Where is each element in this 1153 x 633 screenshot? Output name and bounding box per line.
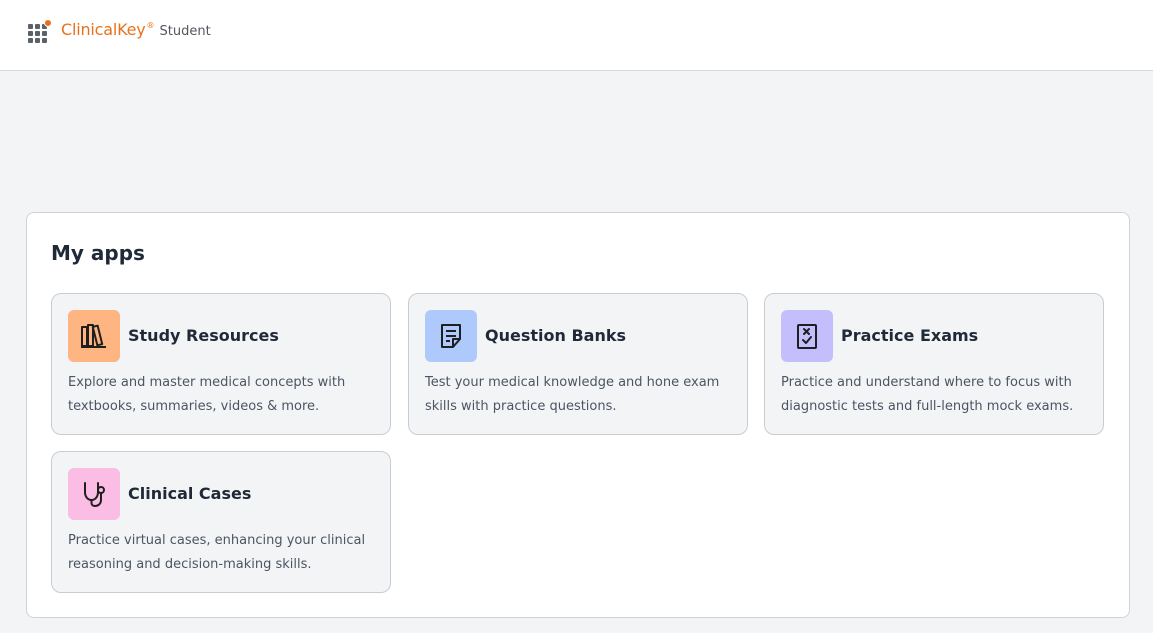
my-apps-panel: My apps Study Resources Explore and mast… xyxy=(26,212,1130,618)
brand-name: ClinicalKey xyxy=(61,20,146,39)
app-card-clinical-cases[interactable]: Clinical Cases Practice virtual cases, e… xyxy=(51,451,391,593)
app-card-study-resources[interactable]: Study Resources Explore and master medic… xyxy=(51,293,391,435)
app-card-title: Clinical Cases xyxy=(128,484,252,503)
app-card-title: Practice Exams xyxy=(841,326,979,345)
checklist-icon xyxy=(781,310,833,362)
app-card-description: Explore and master medical concepts with… xyxy=(68,375,346,414)
app-card-title: Question Banks xyxy=(485,326,626,345)
app-card-description: Practice and understand where to focus w… xyxy=(781,375,1074,414)
app-card-description: Test your medical knowledge and hone exa… xyxy=(425,375,720,414)
app-card-description: Practice virtual cases, enhancing your c… xyxy=(68,533,366,572)
panel-title: My apps xyxy=(51,241,145,265)
app-card-question-banks[interactable]: Question Banks Test your medical knowled… xyxy=(408,293,748,435)
notification-dot xyxy=(44,19,52,27)
brand-subtitle: Student xyxy=(159,24,211,39)
document-icon xyxy=(425,310,477,362)
apps-grid-icon[interactable] xyxy=(28,19,52,46)
app-card-title: Study Resources xyxy=(128,326,279,345)
stethoscope-icon xyxy=(68,468,120,520)
top-bar: ClinicalKey ® Student xyxy=(0,0,1153,71)
brand-logo[interactable]: ClinicalKey ® Student xyxy=(61,20,211,44)
brand-registered-mark: ® xyxy=(146,21,155,30)
books-icon xyxy=(68,310,120,362)
app-card-practice-exams[interactable]: Practice Exams Practice and understand w… xyxy=(764,293,1104,435)
